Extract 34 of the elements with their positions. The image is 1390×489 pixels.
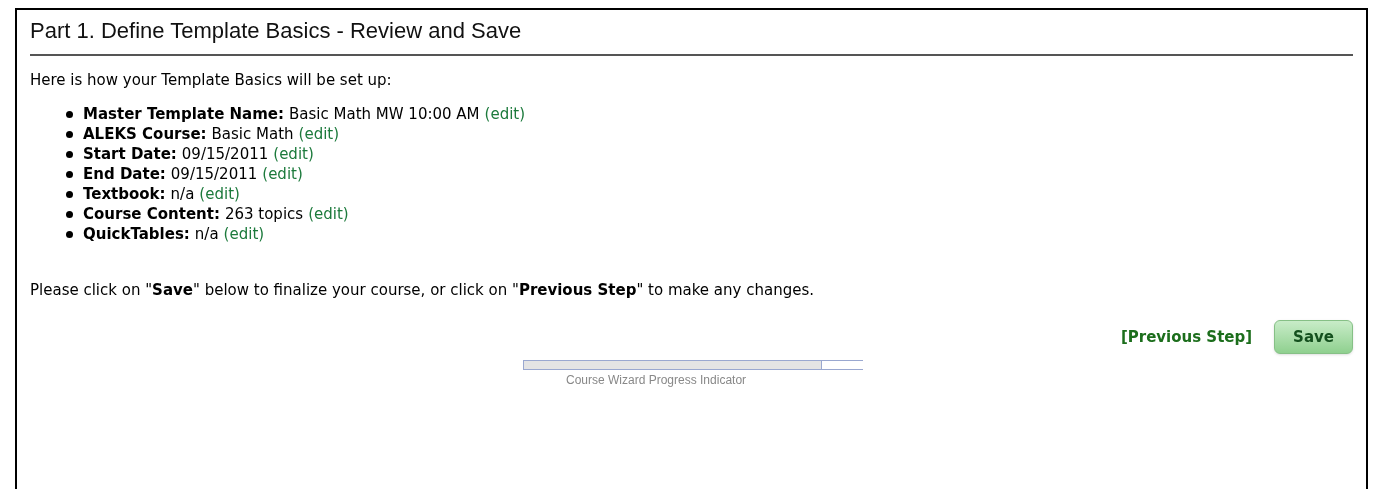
edit-link[interactable]: (edit) (308, 204, 349, 224)
edit-link[interactable]: (edit) (484, 104, 526, 124)
bullet-icon (66, 110, 73, 118)
page-title: Part 1. Define Template Basics - Review and Save (30, 17, 523, 45)
bullet-icon (66, 190, 73, 198)
summary-label: Start Date: (83, 144, 177, 164)
summary-value: Basic Math (211, 124, 294, 144)
bullet-icon (66, 170, 73, 178)
edit-link[interactable]: (edit) (199, 184, 240, 204)
bullet-icon (66, 130, 73, 138)
summary-value: n/a (194, 224, 219, 244)
save-button[interactable]: Save (1274, 320, 1353, 354)
summary-label: Textbook: (83, 184, 166, 204)
edit-link[interactable]: (edit) (298, 124, 340, 144)
summary-label: Master Template Name: (83, 104, 285, 124)
bullet-icon (66, 230, 73, 238)
bullet-icon (66, 210, 73, 218)
summary-value: n/a (170, 184, 195, 204)
edit-link[interactable]: (edit) (223, 224, 265, 244)
previous-step-link[interactable]: [Previous Step] (1120, 325, 1253, 349)
bullet-icon (66, 150, 73, 158)
summary-label: ALEKS Course: (83, 124, 207, 144)
summary-label: QuickTables: (83, 224, 190, 244)
progress-caption: Course Wizard Progress Indicator (566, 372, 747, 389)
summary-value: 09/15/2011 (170, 164, 258, 184)
summary-value: 263 topics (224, 204, 304, 224)
summary-value: Basic Math MW 10:00 AM (289, 104, 480, 124)
summary-label: End Date: (83, 164, 166, 184)
intro-text: Here is how your Template Basics will be set up: (30, 70, 393, 90)
edit-link[interactable]: (edit) (273, 144, 314, 164)
edit-link[interactable]: (edit) (262, 164, 303, 184)
summary-label: Course Content: (83, 204, 220, 224)
summary-value: 09/15/2011 (181, 144, 269, 164)
instruction-text: Please click on "Save" below to finalize your course, or click on "Previous Step" to make any changes. (30, 280, 815, 300)
